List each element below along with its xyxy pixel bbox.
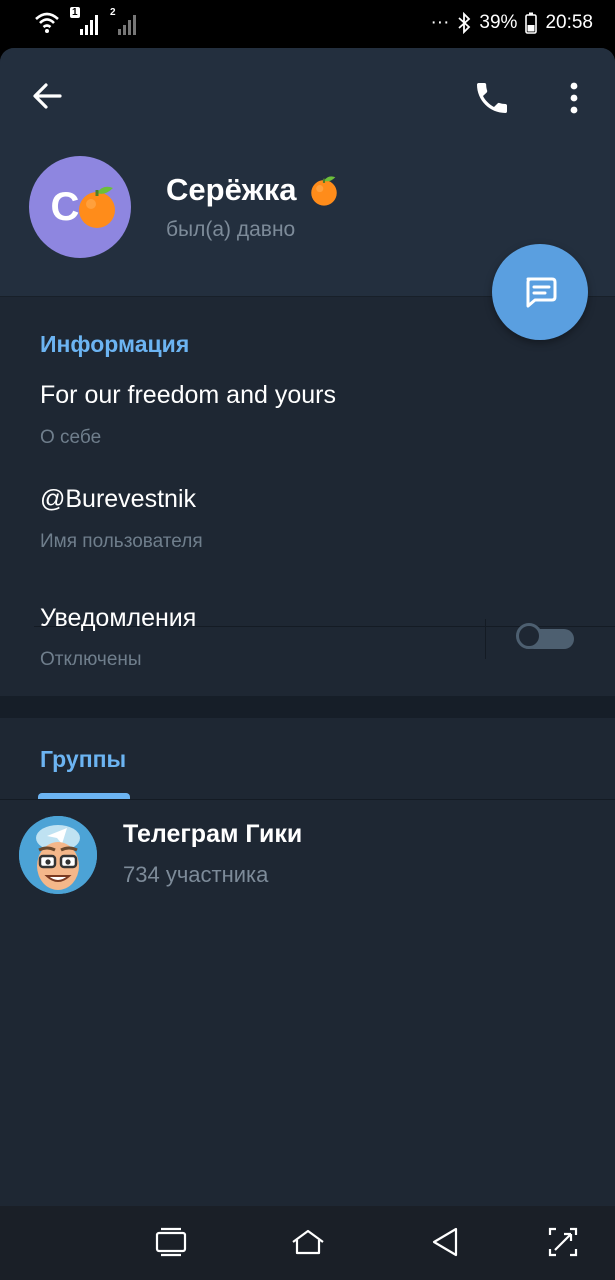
notifications-toggle[interactable] [516,623,574,651]
clock: 20:58 [545,12,593,33]
username-label: Имя пользователя [40,531,203,552]
bio-label: О себе [40,427,102,448]
status-bar: 1 2 ··· 39% 20:58 [0,0,615,48]
fullscreen-icon[interactable] [545,1224,581,1260]
back-triangle-icon[interactable] [427,1224,463,1260]
sim2-label: 2 [110,7,116,18]
last-seen-status: был(а) давно [166,218,296,241]
wifi-icon [35,12,59,33]
notifications-state: Отключены [40,649,142,670]
tangerine-emoji-icon [310,176,337,206]
signal-icon-sim2: 2 [108,7,136,35]
tab-groups[interactable]: Группы [40,746,126,773]
message-fab-button[interactable] [492,244,588,340]
phone-icon[interactable] [472,78,512,118]
info-section-title: Информация [40,331,190,357]
avatar[interactable]: C [29,156,131,258]
bluetooth-icon [458,12,471,34]
section-separator [0,696,615,718]
group-list-item[interactable]: Телеграм Гики 734 участника [0,810,615,900]
tab-divider [0,799,615,800]
navigation-bar [0,1206,615,1280]
profile-screen: C Серёжка был(а) давно Информация For ou… [0,48,615,1206]
group-members-count: 734 участника [123,862,269,887]
more-vertical-icon[interactable] [560,78,588,118]
sim1-label: 1 [70,7,80,18]
recent-apps-icon[interactable] [153,1224,189,1260]
back-arrow-icon[interactable] [30,78,66,114]
signal-icon: 1 [70,7,98,35]
notifications-label: Уведомления [40,604,197,632]
geek-avatar-icon [19,816,97,894]
more-dots: ··· [430,12,450,33]
profile-name-text: Серёжка [166,172,297,207]
group-avatar [19,816,97,894]
battery-icon [525,12,538,34]
bio-text: For our freedom and yours [40,381,336,409]
tangerine-emoji-icon [79,186,115,228]
battery-percent: 39% [479,12,518,33]
groups-section: Группы Телеграм Гики 734 участника [0,718,615,1206]
vertical-divider [485,619,486,659]
home-icon[interactable] [290,1224,326,1260]
info-section: Информация For our freedom and yours О с… [0,296,615,697]
chat-message-icon [526,277,557,308]
profile-name: Серёжка [166,172,341,208]
status-right: ··· 39% 20:58 [430,12,593,34]
username-text: @Burevestnik [40,485,196,513]
status-left: 1 2 [34,7,136,36]
group-name: Телеграм Гики [123,820,303,848]
